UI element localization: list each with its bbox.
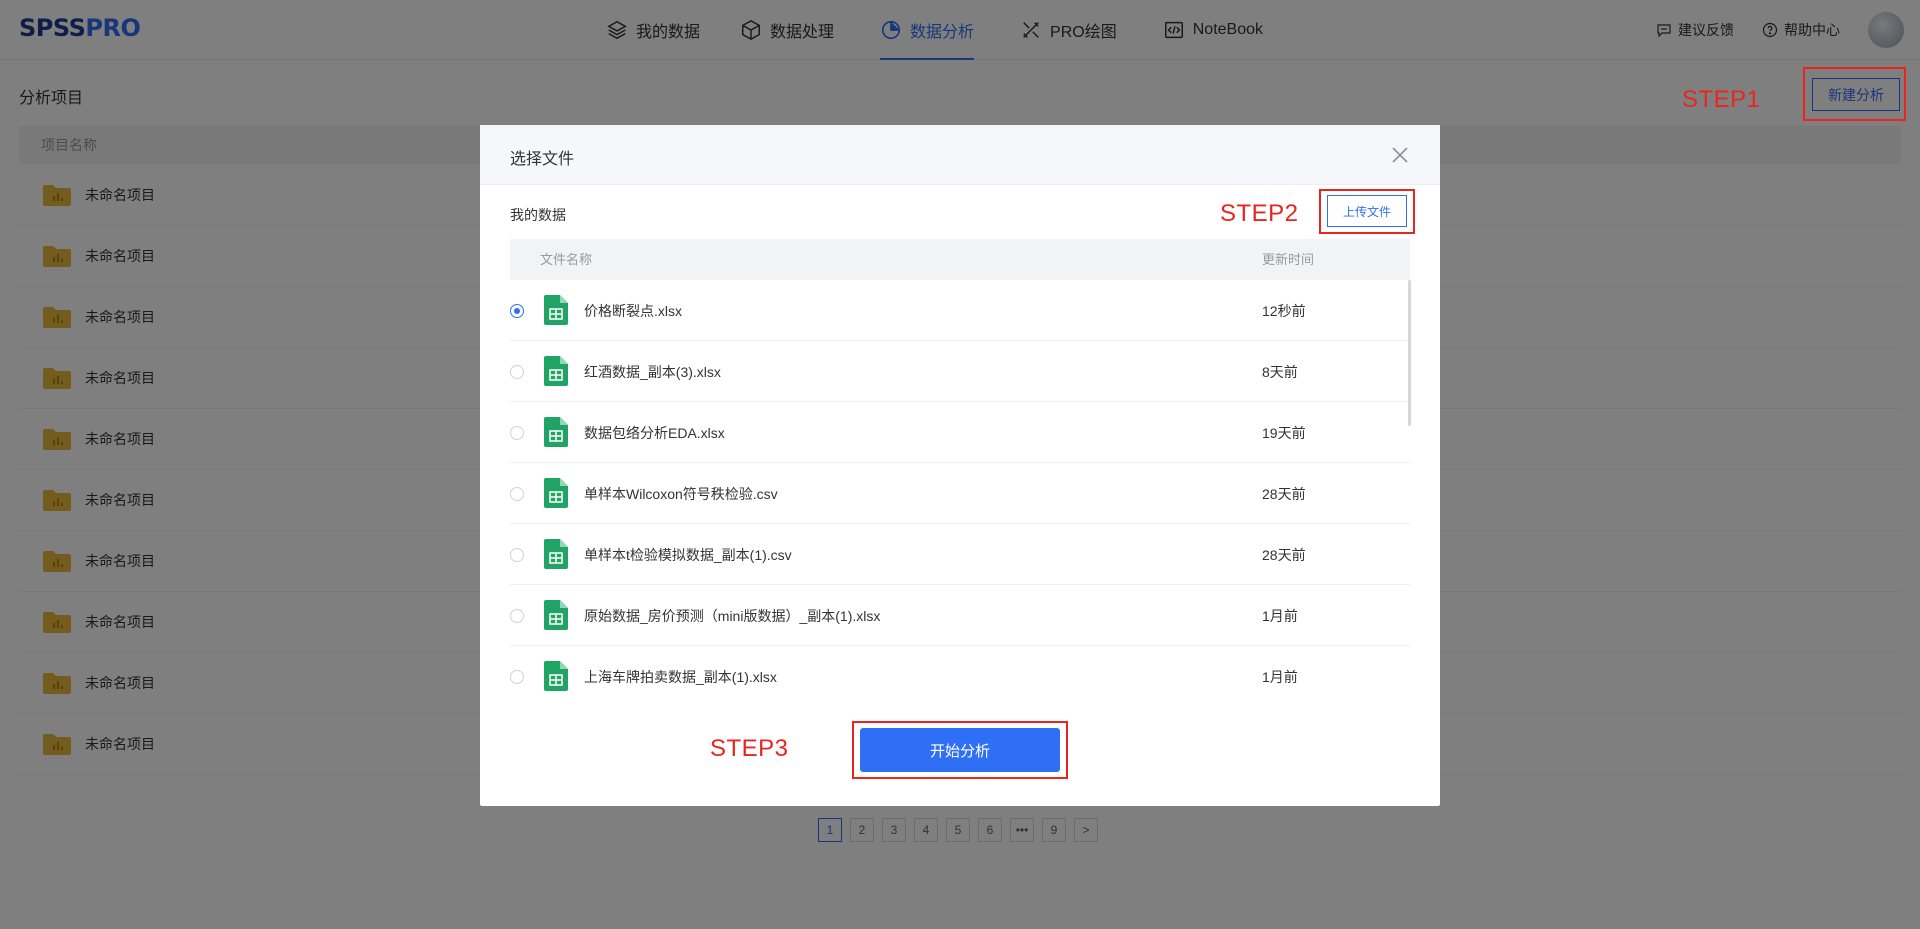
file-time: 1月前 <box>1262 608 1298 624</box>
step1-label: STEP1 <box>1682 86 1761 113</box>
file-name: 单样本Wilcoxon符号秩检验.csv <box>584 486 778 502</box>
file-time: 1月前 <box>1262 669 1298 685</box>
spreadsheet-file-icon <box>544 600 568 630</box>
file-radio[interactable] <box>510 426 524 440</box>
step3-highlight-box <box>852 721 1068 779</box>
file-row[interactable]: 价格断裂点.xlsx 12秒前 <box>510 280 1410 341</box>
file-row[interactable]: 单样本t检验模拟数据_副本(1).csv 28天前 <box>510 524 1410 585</box>
step2-label: STEP2 <box>1220 200 1299 227</box>
file-time: 28天前 <box>1262 486 1306 502</box>
file-time: 12秒前 <box>1262 303 1306 319</box>
spreadsheet-file-icon <box>544 356 568 386</box>
file-list-scrollbar[interactable] <box>1408 280 1411 426</box>
col-update-time: 更新时间 <box>1262 252 1315 267</box>
file-name: 原始数据_房价预测（mini版数据）_副本(1).xlsx <box>584 608 881 624</box>
my-data-label: 我的数据 <box>510 207 566 223</box>
file-radio[interactable] <box>510 670 524 684</box>
spreadsheet-file-icon <box>544 295 568 325</box>
file-radio[interactable] <box>510 365 524 379</box>
file-time: 19天前 <box>1262 425 1306 441</box>
file-table-header: 文件名称 更新时间 <box>510 239 1410 280</box>
select-file-dialog: 选择文件 我的数据 上传文件 文件名称 更新时间 价格断裂点.xlsx 12秒前… <box>480 125 1440 806</box>
file-row[interactable]: 上海车牌拍卖数据_副本(1).xlsx 1月前 <box>510 646 1410 707</box>
step1-highlight-box <box>1803 67 1906 121</box>
file-time: 8天前 <box>1262 364 1298 380</box>
file-row[interactable]: 红酒数据_副本(3).xlsx 8天前 <box>510 341 1410 402</box>
step3-label: STEP3 <box>710 735 789 762</box>
file-radio[interactable] <box>510 609 524 623</box>
spreadsheet-file-icon <box>544 478 568 508</box>
file-name: 价格断裂点.xlsx <box>584 303 682 319</box>
spreadsheet-file-icon <box>544 417 568 447</box>
file-name: 单样本t检验模拟数据_副本(1).csv <box>584 547 792 563</box>
spreadsheet-file-icon <box>544 661 568 691</box>
file-name: 数据包络分析EDA.xlsx <box>584 425 725 441</box>
file-radio[interactable] <box>510 487 524 501</box>
dialog-title: 选择文件 <box>510 151 575 168</box>
file-name: 上海车牌拍卖数据_副本(1).xlsx <box>584 669 777 685</box>
file-row[interactable]: 单样本Wilcoxon符号秩检验.csv 28天前 <box>510 463 1410 524</box>
col-file-name: 文件名称 <box>540 252 593 267</box>
file-radio[interactable] <box>510 548 524 562</box>
file-row[interactable]: 原始数据_房价预测（mini版数据）_副本(1).xlsx 1月前 <box>510 585 1410 646</box>
step2-highlight-box <box>1319 189 1415 234</box>
file-name: 红酒数据_副本(3).xlsx <box>584 364 721 380</box>
close-icon[interactable] <box>1390 145 1410 165</box>
file-row[interactable]: 数据包络分析EDA.xlsx 19天前 <box>510 402 1410 463</box>
file-time: 28天前 <box>1262 547 1306 563</box>
spreadsheet-file-icon <box>544 539 568 569</box>
dialog-header: 选择文件 <box>480 125 1440 185</box>
file-list: 价格断裂点.xlsx 12秒前 红酒数据_副本(3).xlsx 8天前 数据包络… <box>510 280 1410 707</box>
file-radio-selected[interactable] <box>510 304 524 318</box>
